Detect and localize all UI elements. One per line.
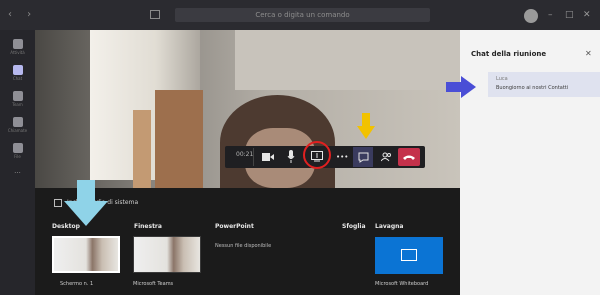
- more-icon: ...: [14, 167, 21, 175]
- powerpoint-empty-text: Nessun file disponibile: [215, 243, 272, 249]
- nav-arrows[interactable]: ‹ ›: [8, 9, 37, 20]
- message-sender: Luca: [496, 76, 508, 82]
- section-whiteboard: Lavagna: [375, 223, 404, 230]
- phone-hangup-icon: [403, 155, 415, 160]
- rail-label: Team: [12, 102, 23, 107]
- section-browse[interactable]: Sfoglia: [342, 223, 366, 230]
- chat-icon[interactable]: [358, 152, 369, 163]
- meeting-chat-panel: [460, 30, 600, 295]
- whiteboard-tile[interactable]: [375, 237, 443, 274]
- close-icon[interactable]: ✕: [583, 10, 591, 20]
- rail-label: Attività: [10, 50, 25, 55]
- microphone-icon[interactable]: [287, 150, 295, 163]
- team-icon: [12, 91, 23, 101]
- desktop-screen-thumbnail[interactable]: [52, 236, 120, 273]
- thumbnail-preview: [54, 238, 118, 271]
- whiteboard-icon: [401, 249, 417, 261]
- hangup-button[interactable]: [398, 148, 420, 166]
- rail-label: File: [14, 154, 21, 159]
- window-frame: [133, 110, 151, 188]
- include-audio-checkbox[interactable]: [54, 199, 62, 207]
- rail-item-more[interactable]: ...: [0, 166, 35, 188]
- compose-icon[interactable]: [150, 10, 160, 19]
- avatar[interactable]: [524, 9, 538, 23]
- more-options-button[interactable]: •••: [336, 151, 348, 163]
- window-frame: [155, 90, 203, 188]
- yellow-annotation-arrow: [357, 113, 375, 139]
- chat-message[interactable]: Luca Buongiorno ai nostri Contatti: [488, 72, 600, 97]
- close-icon[interactable]: ✕: [585, 49, 592, 58]
- phone-icon: [12, 117, 23, 127]
- rail-item-teams[interactable]: Team: [0, 88, 35, 110]
- rail-item-calls[interactable]: Chiamate: [0, 114, 35, 136]
- participants-icon[interactable]: [381, 152, 392, 162]
- window-thumbnail[interactable]: [133, 236, 201, 273]
- minimize-icon[interactable]: –: [548, 10, 553, 20]
- chat-icon: [12, 65, 23, 75]
- call-timer: 00:21: [236, 151, 254, 158]
- rail-item-files[interactable]: File: [0, 140, 35, 162]
- thumbnail-preview: [134, 237, 200, 272]
- rail-label: Chat: [12, 76, 23, 81]
- whiteboard-caption: Microsoft Whiteboard: [375, 281, 429, 287]
- section-window: Finestra: [134, 223, 162, 230]
- file-icon: [12, 143, 23, 153]
- desktop-caption: Schermo n. 1: [60, 281, 94, 287]
- ceiling: [235, 30, 460, 90]
- rail-item-activity[interactable]: Attività: [0, 36, 35, 58]
- window-caption: Microsoft Teams: [133, 281, 174, 287]
- section-powerpoint: PowerPoint: [215, 223, 254, 230]
- panel-title: Chat della riunione: [471, 50, 547, 58]
- search-input[interactable]: Cerca o digita un comando: [175, 8, 430, 22]
- message-text: Buongiorno ai nostri Contatti: [496, 85, 569, 91]
- camera-icon[interactable]: [262, 152, 274, 162]
- rail-item-chat[interactable]: Chat: [0, 62, 35, 84]
- blue-annotation-arrow: [64, 180, 108, 226]
- purple-annotation-arrow: [446, 76, 476, 98]
- divider: [253, 148, 254, 166]
- share-highlight-circle: [303, 141, 331, 169]
- maximize-icon[interactable]: □: [565, 10, 574, 20]
- bell-icon: [12, 39, 23, 49]
- rail-label: Chiamate: [7, 128, 28, 133]
